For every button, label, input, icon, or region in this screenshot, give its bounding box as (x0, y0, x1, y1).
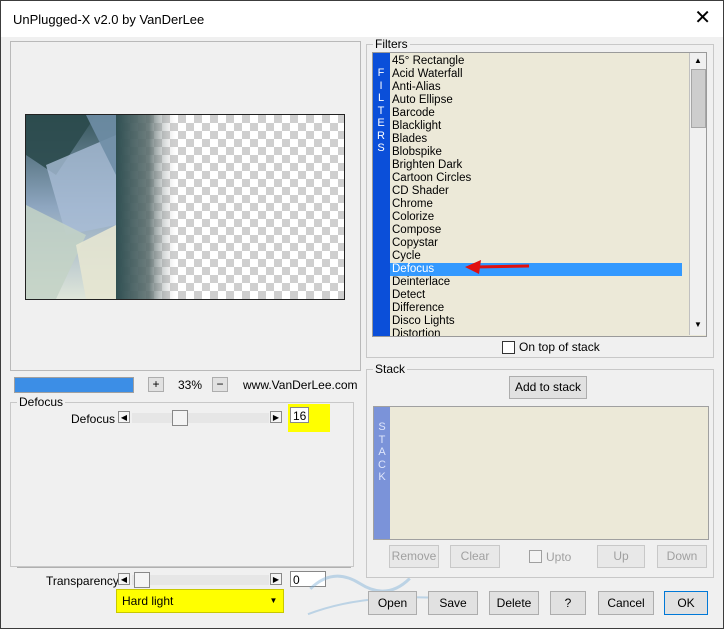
transparency-label: Transparency (46, 574, 119, 588)
red-arrow-icon (465, 260, 530, 274)
filter-item[interactable]: Colorize (390, 211, 682, 224)
slider-left-arrow-icon[interactable]: ◀ (118, 411, 130, 423)
filters-listbox[interactable]: FILTERS 45° Rectangle Acid Waterfall Anti-… (372, 52, 707, 337)
stack-listbox[interactable]: STACK (373, 406, 709, 540)
save-button[interactable]: Save (428, 591, 478, 615)
band-letter: K (378, 471, 386, 483)
delete-button[interactable]: Delete (489, 591, 539, 615)
stack-group-title: Stack (373, 362, 408, 376)
remove-button[interactable]: Remove (389, 545, 439, 568)
filter-item[interactable]: Auto Ellipse (390, 94, 682, 107)
filter-item[interactable]: Copystar (390, 237, 682, 250)
zoom-out-button[interactable]: − (212, 377, 228, 392)
preview-panel (10, 41, 361, 371)
scroll-thumb[interactable] (691, 69, 706, 128)
filter-item[interactable]: Anti-Alias (390, 81, 682, 94)
filter-item[interactable]: Distortion (390, 328, 682, 336)
slider-right-arrow-icon[interactable]: ▶ (270, 411, 282, 423)
transparency-thumb[interactable] (134, 572, 150, 588)
dropdown-arrow-icon[interactable]: ▼ (267, 594, 280, 608)
add-to-stack-button[interactable]: Add to stack (509, 376, 587, 399)
defocus-slider-label: Defocus (71, 412, 116, 426)
filters-group-title: Filters (373, 37, 410, 51)
zoom-progress-bar (14, 377, 134, 393)
defocus-value-input[interactable]: 16 (290, 407, 309, 423)
band-letter: T (378, 433, 386, 446)
cancel-button[interactable]: Cancel (598, 591, 654, 615)
preview-image (25, 114, 345, 300)
transparency-divider (17, 567, 351, 568)
blend-mode-selected: Hard light (122, 594, 174, 608)
transparency-right-arrow-icon[interactable]: ▶ (270, 573, 282, 585)
title-bar: UnPlugged-X v2.0 by VanDerLee ✕ (1, 1, 723, 37)
filter-item[interactable]: Blobspike (390, 146, 682, 159)
stack-band: STACK (374, 407, 390, 539)
filter-item[interactable]: Acid Waterfall (390, 68, 682, 81)
filter-item[interactable]: Deinterlace (390, 276, 682, 289)
filter-item[interactable]: Cycle (390, 250, 682, 263)
transparency-track[interactable] (132, 575, 269, 585)
filter-item[interactable]: Defocus (390, 263, 682, 276)
filter-item[interactable]: Compose (390, 224, 682, 237)
slider-track[interactable] (132, 413, 269, 423)
slider-thumb[interactable] (172, 410, 188, 426)
clear-button[interactable]: Clear (450, 545, 500, 568)
on-top-label: On top of stack (519, 340, 600, 354)
band-letter: A (378, 446, 386, 458)
filters-list: 45° Rectangle Acid Waterfall Anti-Alias Aut… (387, 55, 687, 336)
defocus-group-title: Defocus (17, 395, 66, 409)
filter-item[interactable]: 45° Rectangle (390, 55, 682, 68)
filter-item[interactable]: Cartoon Circles (390, 172, 682, 185)
transparency-left-arrow-icon[interactable]: ◀ (118, 573, 130, 585)
preview-artwork (26, 115, 176, 299)
up-button[interactable]: Up (597, 545, 645, 568)
band-letter: C (378, 458, 386, 471)
transparency-slider[interactable]: ◀ ▶ (118, 572, 284, 588)
window-title: UnPlugged-X v2.0 by VanDerLee (13, 12, 205, 27)
filters-scrollbar[interactable]: ▲ ▼ (689, 53, 706, 335)
filter-item[interactable]: Detect (390, 289, 682, 302)
filter-item[interactable]: Chrome (390, 198, 682, 211)
open-button[interactable]: Open (368, 591, 417, 615)
filter-item[interactable]: Brighten Dark (390, 159, 682, 172)
blend-mode-dropdown[interactable]: Hard light ▼ (116, 589, 284, 613)
filter-item[interactable]: Blacklight (390, 120, 682, 133)
dialog-window: UnPlugged-X v2.0 by VanDerLee ✕ + 33% − … (0, 0, 724, 629)
upto-checkbox[interactable] (529, 550, 542, 563)
down-button[interactable]: Down (657, 545, 707, 568)
defocus-slider[interactable]: ◀ ▶ (118, 410, 284, 426)
filter-item[interactable]: Difference (390, 302, 682, 315)
scroll-up-icon[interactable]: ▲ (691, 55, 705, 67)
filter-item[interactable]: Barcode (390, 107, 682, 120)
filter-item[interactable]: Blades (390, 133, 682, 146)
on-top-checkbox[interactable] (502, 341, 515, 354)
zoom-in-button[interactable]: + (148, 377, 164, 392)
filter-item[interactable]: Disco Lights (390, 315, 682, 328)
website-label: www.VanDerLee.com (243, 378, 358, 392)
zoom-progress-fill (15, 378, 133, 392)
upto-label: Upto (546, 550, 572, 564)
close-icon[interactable]: ✕ (694, 7, 711, 29)
zoom-value: 33% (178, 378, 203, 392)
ok-button[interactable]: OK (664, 591, 708, 615)
filter-item[interactable]: CD Shader (390, 185, 682, 198)
scroll-down-icon[interactable]: ▼ (691, 319, 705, 331)
help-button[interactable]: ? (550, 591, 586, 615)
band-letter: S (378, 421, 386, 433)
